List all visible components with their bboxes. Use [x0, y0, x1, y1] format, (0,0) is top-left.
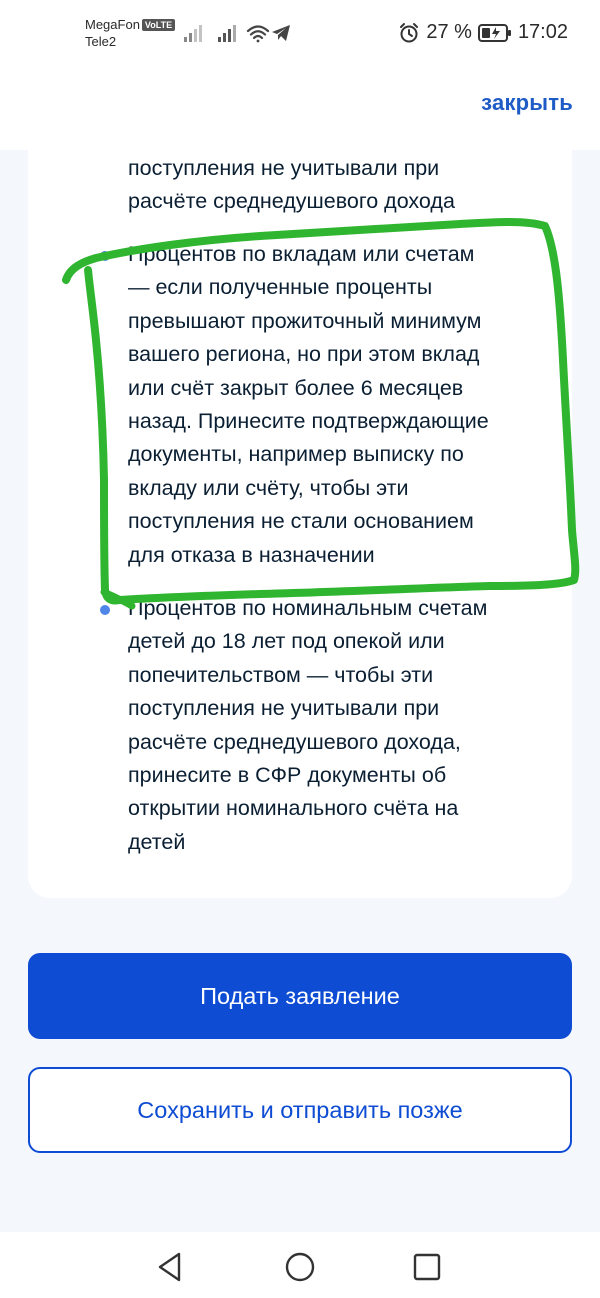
- carrier-info: MegaFon VoLTE Tele2: [85, 16, 176, 50]
- signal-2-icon: [218, 25, 236, 42]
- text-line: принесите в СФР документы об: [128, 763, 447, 788]
- text-line: документы, например выписку по: [128, 442, 464, 467]
- text-line: расчёте среднедушевого дохода,: [128, 729, 461, 754]
- text-line: вкладу или счёту, чтобы эти: [128, 475, 409, 500]
- signal-1-icon: [184, 25, 202, 42]
- status-right: 27 % 17:02: [398, 21, 568, 44]
- battery-percent: 27 %: [426, 21, 472, 43]
- top-partial-text: поступления не учитывали при расчёте сре…: [128, 152, 538, 219]
- text-line: поступления не учитывали при: [128, 156, 440, 180]
- system-nav-bar: [0, 1232, 600, 1298]
- carrier-2-name: Tele2: [85, 34, 117, 49]
- text-line: назад. Принесите подтверждающие: [128, 409, 489, 434]
- list-bullet: [100, 251, 110, 261]
- status-bar: MegaFon VoLTE Tele2 27 % 17:02: [0, 0, 600, 70]
- text-line: поступления не учитывали при: [128, 696, 440, 721]
- text-line: Процентов по номинальным счетам: [128, 596, 488, 620]
- text-line: Процентов по вкладам или счетам: [128, 242, 475, 266]
- volte-badge: VoLTE: [141, 19, 176, 31]
- text-line: поступления не стали основанием: [128, 509, 474, 534]
- text-line: детей до 18 лет под опекой или: [128, 629, 445, 654]
- text-line: для отказа в назначении: [128, 542, 375, 567]
- text-line: вашего региона, но при этом вклад: [128, 342, 480, 367]
- back-icon[interactable]: [153, 1250, 187, 1284]
- carrier-1-name: MegaFon: [85, 17, 140, 32]
- telegram-icon: [272, 25, 290, 41]
- list-bullet: [100, 605, 110, 615]
- text-line: детей: [128, 829, 186, 854]
- text-line: попечительством — чтобы эти: [128, 662, 434, 687]
- list-item-nominal-accounts: Процентов по номинальным счетам детей до…: [128, 592, 538, 859]
- alarm-icon: [400, 22, 419, 42]
- text-line: превышают прожиточный минимум: [128, 308, 482, 333]
- home-icon[interactable]: [283, 1250, 317, 1284]
- clock-time: 17:02: [517, 21, 568, 43]
- recents-icon[interactable]: [410, 1250, 444, 1284]
- list-item-deposit-interest: Процентов по вкладам или счетам — если п…: [128, 238, 538, 572]
- info-card: поступления не учитывали при расчёте сре…: [28, 150, 572, 898]
- text-line: расчёте среднедушевого дохода: [128, 189, 455, 214]
- submit-application-button[interactable]: Подать заявление: [28, 953, 572, 1039]
- text-line: — если полученные проценты: [128, 275, 433, 300]
- battery-icon: [477, 23, 511, 42]
- wifi-icon: [246, 25, 270, 43]
- save-send-later-button[interactable]: Сохранить и отправить позже: [28, 1067, 572, 1153]
- text-line: или счёт закрыт более 6 месяцев: [128, 375, 464, 400]
- close-link[interactable]: закрыть: [481, 90, 573, 116]
- text-line: открытии номинального счёта на: [128, 796, 459, 821]
- app-header: закрыть: [0, 70, 600, 150]
- signal-icons: [184, 25, 290, 43]
